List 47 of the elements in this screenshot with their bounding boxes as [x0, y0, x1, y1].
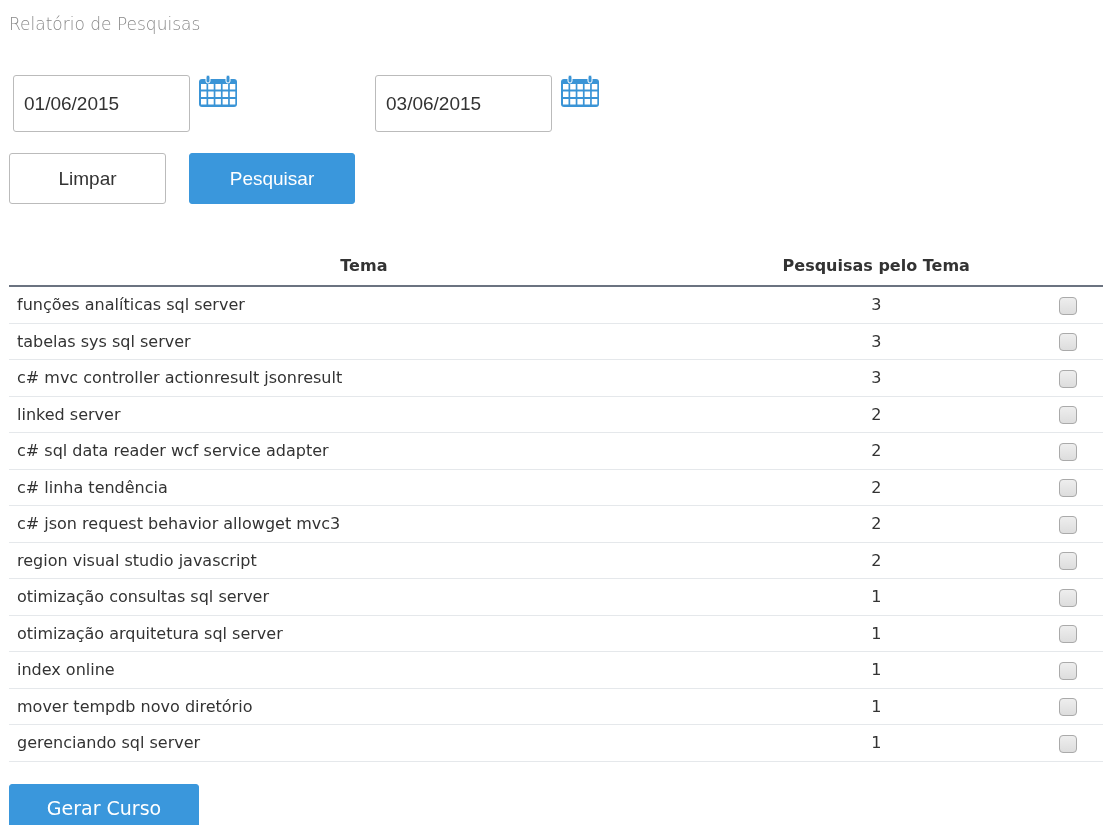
table-cell: 2 — [718, 432, 1034, 469]
table-cell: region visual studio javascript — [9, 542, 719, 579]
column-header: Pesquisas pelo Tema — [718, 245, 1034, 286]
table-cell: otimização consultas sql server — [9, 578, 719, 615]
checkbox[interactable] — [1059, 625, 1078, 643]
checkbox[interactable] — [1059, 734, 1078, 753]
table-cell: otimização arquitetura sql server — [9, 615, 719, 652]
checkbox[interactable] — [1059, 552, 1078, 570]
table-cell: c# mvc controller actionresult jsonresult — [9, 359, 719, 396]
table-cell: c# sql data reader wcf service adapter — [9, 432, 719, 469]
checkbox[interactable] — [1059, 661, 1078, 680]
calendar-icon[interactable] — [198, 75, 238, 108]
date-field[interactable]: 03/06/2015 — [375, 75, 552, 132]
checkbox[interactable] — [1059, 479, 1078, 497]
table-cell: 2 — [718, 396, 1034, 433]
table-cell: 1 — [718, 688, 1034, 725]
clear-button[interactable]: Limpar — [9, 153, 166, 204]
table-cell: tabelas sys sql server — [9, 323, 719, 360]
checkbox[interactable] — [1059, 296, 1078, 315]
table-cell: 2 — [718, 542, 1034, 579]
checkbox[interactable] — [1059, 698, 1078, 716]
table-cell: 1 — [718, 724, 1034, 761]
calendar-icon[interactable] — [560, 75, 600, 108]
checkbox[interactable] — [1059, 442, 1078, 461]
table-cell: linked server — [9, 396, 719, 433]
table-cell: 3 — [718, 359, 1034, 396]
date-field[interactable]: 01/06/2015 — [13, 75, 190, 132]
table-cell: gerenciando sql server — [9, 724, 719, 761]
table-cell: 1 — [718, 578, 1034, 615]
table-cell: 2 — [718, 469, 1034, 506]
table-cell: 1 — [718, 615, 1034, 652]
column-header: Tema — [9, 245, 719, 286]
table-cell: mover tempdb novo diretório — [9, 688, 719, 725]
checkbox[interactable] — [1059, 515, 1078, 534]
page-title: Relatório de Pesquisas — [9, 14, 202, 36]
table-cell: index online — [9, 651, 719, 688]
checkbox[interactable] — [1059, 333, 1078, 351]
table-cell: 1 — [718, 651, 1034, 688]
table-cell: c# json request behavior allowget mvc3 — [9, 505, 719, 542]
checkbox[interactable] — [1059, 406, 1078, 424]
checkbox[interactable] — [1059, 369, 1078, 388]
table-cell: 3 — [718, 286, 1034, 323]
table-cell: c# linha tendência — [9, 469, 719, 506]
table-cell: 3 — [718, 323, 1034, 360]
table-cell: 2 — [718, 505, 1034, 542]
table-cell: funções analíticas sql server — [9, 286, 719, 323]
checkbox[interactable] — [1059, 588, 1078, 607]
